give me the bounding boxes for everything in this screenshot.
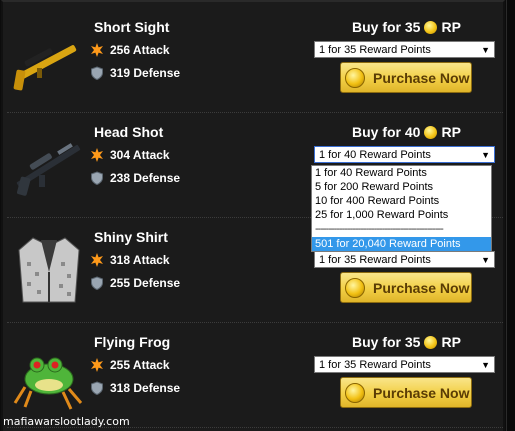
dropdown-option-highlighted[interactable]: 501 for 20,040 Reward Points	[312, 237, 491, 251]
buy-price-label: Buy for 35 RP	[352, 334, 461, 350]
defense-stat: 318 Defense	[90, 379, 180, 397]
dropdown-option[interactable]: 5 for 200 Reward Points	[312, 180, 491, 194]
sequin-jacket-icon	[18, 237, 80, 303]
buy-price-label: Buy for 40 RP	[352, 124, 461, 140]
dropdown-option[interactable]: 1 for 40 Reward Points	[312, 166, 491, 180]
defense-stat: 255 Defense	[90, 274, 180, 292]
defense-shield-icon	[91, 171, 103, 185]
reward-coin-icon	[345, 67, 365, 88]
defense-stat: 319 Defense	[90, 64, 180, 82]
defense-value: 238 Defense	[110, 171, 181, 185]
purchase-now-button[interactable]: Purchase Now	[340, 377, 472, 408]
attack-burst-icon	[91, 148, 103, 162]
purchase-now-button[interactable]: Purchase Now	[340, 272, 472, 303]
chevron-down-icon: ▼	[481, 149, 490, 160]
chevron-down-icon: ▼	[481, 359, 490, 370]
item-name: Short Sight	[94, 19, 170, 35]
attack-value: 318 Attack	[110, 253, 170, 267]
defense-shield-icon	[91, 381, 103, 395]
frog-icon	[13, 357, 83, 410]
quantity-dropdown-list[interactable]: 1 for 40 Reward Points 5 for 200 Reward …	[311, 165, 492, 252]
attack-value: 255 Attack	[110, 358, 170, 372]
sniper-rifle-icon	[16, 143, 81, 196]
item-name: Head Shot	[94, 124, 164, 140]
reward-coin-icon	[345, 382, 365, 403]
defense-stat: 238 Defense	[90, 169, 180, 187]
defense-shield-icon	[91, 276, 103, 290]
quantity-select[interactable]: 1 for 35 Reward Points ▼	[314, 41, 495, 58]
attack-stat: 255 Attack	[90, 356, 170, 374]
reward-coin-icon	[345, 277, 365, 298]
scrollbar[interactable]	[506, 0, 515, 431]
watermark: mafiawarslootlady.com	[3, 415, 130, 428]
defense-value: 318 Defense	[110, 381, 181, 395]
reward-coin-icon	[424, 20, 438, 34]
item-name: Shiny Shirt	[94, 229, 168, 245]
defense-value: 319 Defense	[110, 66, 181, 80]
quantity-select[interactable]: 1 for 35 Reward Points ▼	[314, 356, 495, 373]
attack-burst-icon	[91, 43, 103, 57]
dropdown-option[interactable]: 10 for 400 Reward Points	[312, 194, 491, 208]
dropdown-option[interactable]: 25 for 1,000 Reward Points	[312, 208, 491, 222]
list-item: Flying Frog 255 Attack 318 Defense Buy f…	[7, 325, 503, 428]
attack-value: 304 Attack	[110, 148, 170, 162]
attack-stat: 256 Attack	[90, 41, 170, 59]
chevron-down-icon: ▼	[481, 44, 490, 55]
defense-shield-icon	[91, 66, 103, 80]
attack-stat: 304 Attack	[90, 146, 170, 164]
golden-rifle-icon	[13, 45, 77, 91]
chevron-down-icon: ▼	[481, 254, 490, 265]
attack-burst-icon	[91, 358, 103, 372]
attack-stat: 318 Attack	[90, 251, 170, 269]
reward-coin-icon	[424, 125, 438, 139]
purchase-now-button[interactable]: Purchase Now	[340, 62, 472, 93]
defense-value: 255 Defense	[110, 276, 181, 290]
list-item: Short Sight 256 Attack 319 Defense Buy f…	[7, 10, 503, 113]
attack-value: 256 Attack	[110, 43, 170, 57]
quantity-select[interactable]: 1 for 40 Reward Points ▼	[314, 146, 495, 163]
reward-coin-icon	[424, 335, 438, 349]
buy-price-label: Buy for 35 RP	[352, 19, 461, 35]
attack-burst-icon	[91, 253, 103, 267]
dropdown-separator: ----------------------------------------…	[315, 223, 444, 235]
quantity-select[interactable]: 1 for 35 Reward Points ▼	[314, 251, 495, 268]
item-name: Flying Frog	[94, 334, 171, 350]
